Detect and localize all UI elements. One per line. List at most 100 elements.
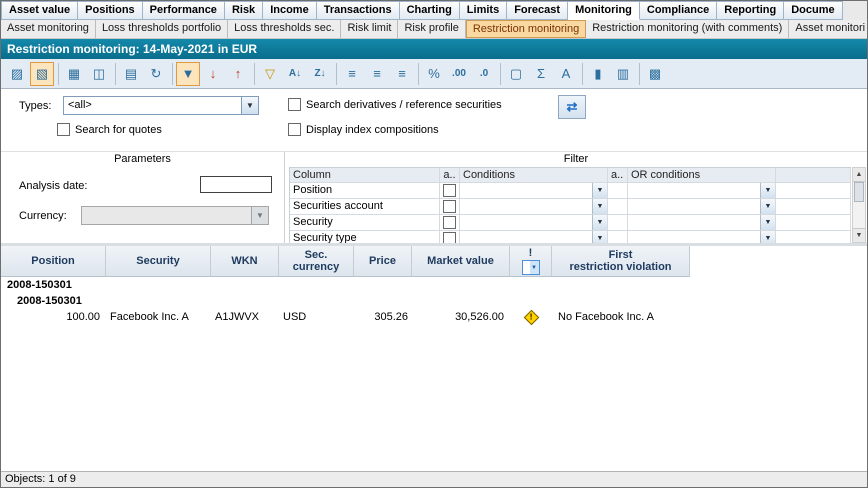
col-security[interactable]: Security (106, 246, 211, 277)
or-condition-dropdown[interactable]: ▼ (628, 215, 776, 231)
display-index-option[interactable]: Display index compositions (288, 123, 439, 136)
print-icon[interactable]: ▤ (119, 62, 143, 86)
or-condition-dropdown[interactable]: ▼ (628, 199, 776, 215)
chevron-down-icon[interactable]: ▼ (760, 183, 775, 198)
remove-decimal-icon[interactable]: .0 (472, 62, 496, 86)
chevron-down-icon[interactable]: ▼ (760, 215, 775, 230)
new-window-icon[interactable]: ▢ (504, 62, 528, 86)
tab-income[interactable]: Income (263, 1, 317, 20)
font-icon[interactable]: A (554, 62, 578, 86)
condition-dropdown[interactable]: ▼ (460, 183, 608, 199)
table-view-icon[interactable]: ▦ (62, 62, 86, 86)
chevron-down-icon[interactable]: ▼ (592, 215, 607, 230)
subtab-restriction-monitoring-comments[interactable]: Restriction monitoring (with comments) (586, 20, 789, 38)
filter-row-securities-account: Securities account ▼ ▼ (290, 199, 851, 215)
percent-icon[interactable]: % (422, 62, 446, 86)
add-decimal-icon[interactable]: .00 (447, 62, 471, 86)
refresh-data-icon[interactable]: ↻ (144, 62, 168, 86)
chevron-down-icon[interactable]: ▼ (592, 199, 607, 214)
subtab-asset-monitoring-2[interactable]: Asset monitori (789, 20, 867, 38)
tab-compliance[interactable]: Compliance (640, 1, 717, 20)
toolbar-separator (58, 63, 59, 85)
condition-dropdown[interactable]: ▼ (460, 215, 608, 231)
tab-limits[interactable]: Limits (460, 1, 507, 20)
group-row-account[interactable]: 2008-150301 (1, 293, 867, 309)
chevron-down-icon[interactable]: ▼ (592, 183, 607, 198)
tab-reporting[interactable]: Reporting (717, 1, 784, 20)
display-index-label: Display index compositions (306, 124, 439, 136)
scroll-up-icon[interactable]: ▲ (853, 168, 865, 182)
align-left-icon[interactable]: ≡ (340, 62, 364, 86)
chart-column-icon[interactable]: ▮ (586, 62, 610, 86)
search-for-quotes-option[interactable]: Search for quotes (57, 123, 162, 136)
filter-active-checkbox[interactable] (443, 184, 456, 197)
col-market-value[interactable]: Market value (412, 246, 510, 277)
col-sec-currency[interactable]: Sec. currency (279, 246, 354, 277)
chart-zoom-icon[interactable]: ▧ (30, 62, 54, 86)
filter-row-label: Position (290, 183, 440, 199)
sort-descending-icon[interactable]: Z↓ (308, 62, 332, 86)
subtab-asset-monitoring[interactable]: Asset monitoring (1, 20, 96, 38)
tab-risk[interactable]: Risk (225, 1, 263, 20)
funnel-filter-icon[interactable]: ▽ (258, 62, 282, 86)
col-violation-flag[interactable]: ! ▼ (510, 246, 552, 277)
align-center-icon[interactable]: ≡ (365, 62, 389, 86)
tab-forecast[interactable]: Forecast (507, 1, 568, 20)
search-derivatives-checkbox[interactable] (288, 98, 301, 111)
filter-empty-cell (776, 215, 851, 231)
search-derivatives-option[interactable]: Search derivatives / reference securitie… (288, 98, 502, 111)
subtab-loss-thresholds-sec[interactable]: Loss thresholds sec. (228, 20, 341, 38)
or-condition-dropdown[interactable]: ▼ (628, 183, 776, 199)
chart-profile-icon[interactable]: ▨ (5, 62, 29, 86)
chevron-down-icon[interactable]: ▼ (760, 199, 775, 214)
refresh-search-button[interactable]: ⇄ (558, 95, 586, 119)
chart-bar-icon[interactable]: ▥ (611, 62, 635, 86)
subtab-restriction-monitoring[interactable]: Restriction monitoring (466, 20, 586, 38)
result-row-facebook[interactable]: 100.00 Facebook Inc. A A1JWVX USD 305.26… (1, 309, 867, 326)
col-wkn[interactable]: WKN (211, 246, 279, 277)
group-row-portfolio[interactable]: 2008-150301 (1, 277, 867, 293)
chevron-down-icon[interactable]: ▼ (251, 207, 268, 224)
move-row-down-icon[interactable]: ↓ (201, 62, 225, 86)
tab-documents[interactable]: Docume (784, 1, 842, 20)
tab-charting[interactable]: Charting (400, 1, 460, 20)
types-label: Types: (19, 100, 51, 112)
scroll-down-icon[interactable]: ▼ (853, 228, 865, 242)
move-row-up-icon[interactable]: ↑ (226, 62, 250, 86)
parameters-filter-band: Parameters Analysis date: Currency: ▼ Fi… (1, 151, 867, 244)
col-first-restriction-violation[interactable]: First restriction violation (552, 246, 690, 277)
column-view-icon[interactable]: ◫ (87, 62, 111, 86)
filter-highlight-icon[interactable]: ▼ (176, 62, 200, 86)
violation-filter-dropdown[interactable]: ▼ (522, 260, 540, 275)
cell-position: 100.00 (1, 309, 106, 326)
condition-dropdown[interactable]: ▼ (460, 199, 608, 215)
subtab-loss-thresholds-portfolio[interactable]: Loss thresholds portfolio (96, 20, 228, 38)
scrollbar-thumb[interactable] (854, 182, 864, 202)
chevron-down-icon: ▼ (530, 261, 539, 274)
tab-transactions[interactable]: Transactions (317, 1, 400, 20)
types-dropdown[interactable]: <all> ▼ (63, 96, 259, 115)
tab-positions[interactable]: Positions (78, 1, 143, 20)
chevron-down-icon[interactable]: ▼ (241, 97, 258, 114)
filter-active-checkbox[interactable] (443, 216, 456, 229)
grid-icon[interactable]: ▩ (643, 62, 667, 86)
filter-col-empty (776, 168, 851, 183)
sort-ascending-icon[interactable]: A↓ (283, 62, 307, 86)
currency-dropdown[interactable]: ▼ (81, 206, 269, 225)
sum-icon[interactable]: Σ (529, 62, 553, 86)
tab-asset-value[interactable]: Asset value (1, 1, 78, 20)
subtab-risk-limit[interactable]: Risk limit (341, 20, 398, 38)
objects-count: Objects: 1 of 9 (5, 473, 76, 485)
display-index-checkbox[interactable] (288, 123, 301, 136)
align-right-icon[interactable]: ≡ (390, 62, 414, 86)
col-price[interactable]: Price (354, 246, 412, 277)
tab-monitoring[interactable]: Monitoring (568, 1, 640, 20)
filter-or-active-cell (608, 183, 628, 199)
filter-active-checkbox[interactable] (443, 200, 456, 213)
filter-scrollbar[interactable]: ▲ ▼ (852, 167, 866, 243)
col-position[interactable]: Position (1, 246, 106, 277)
analysis-date-input[interactable] (200, 176, 272, 193)
tab-performance[interactable]: Performance (143, 1, 225, 20)
search-for-quotes-checkbox[interactable] (57, 123, 70, 136)
subtab-risk-profile[interactable]: Risk profile (398, 20, 465, 38)
